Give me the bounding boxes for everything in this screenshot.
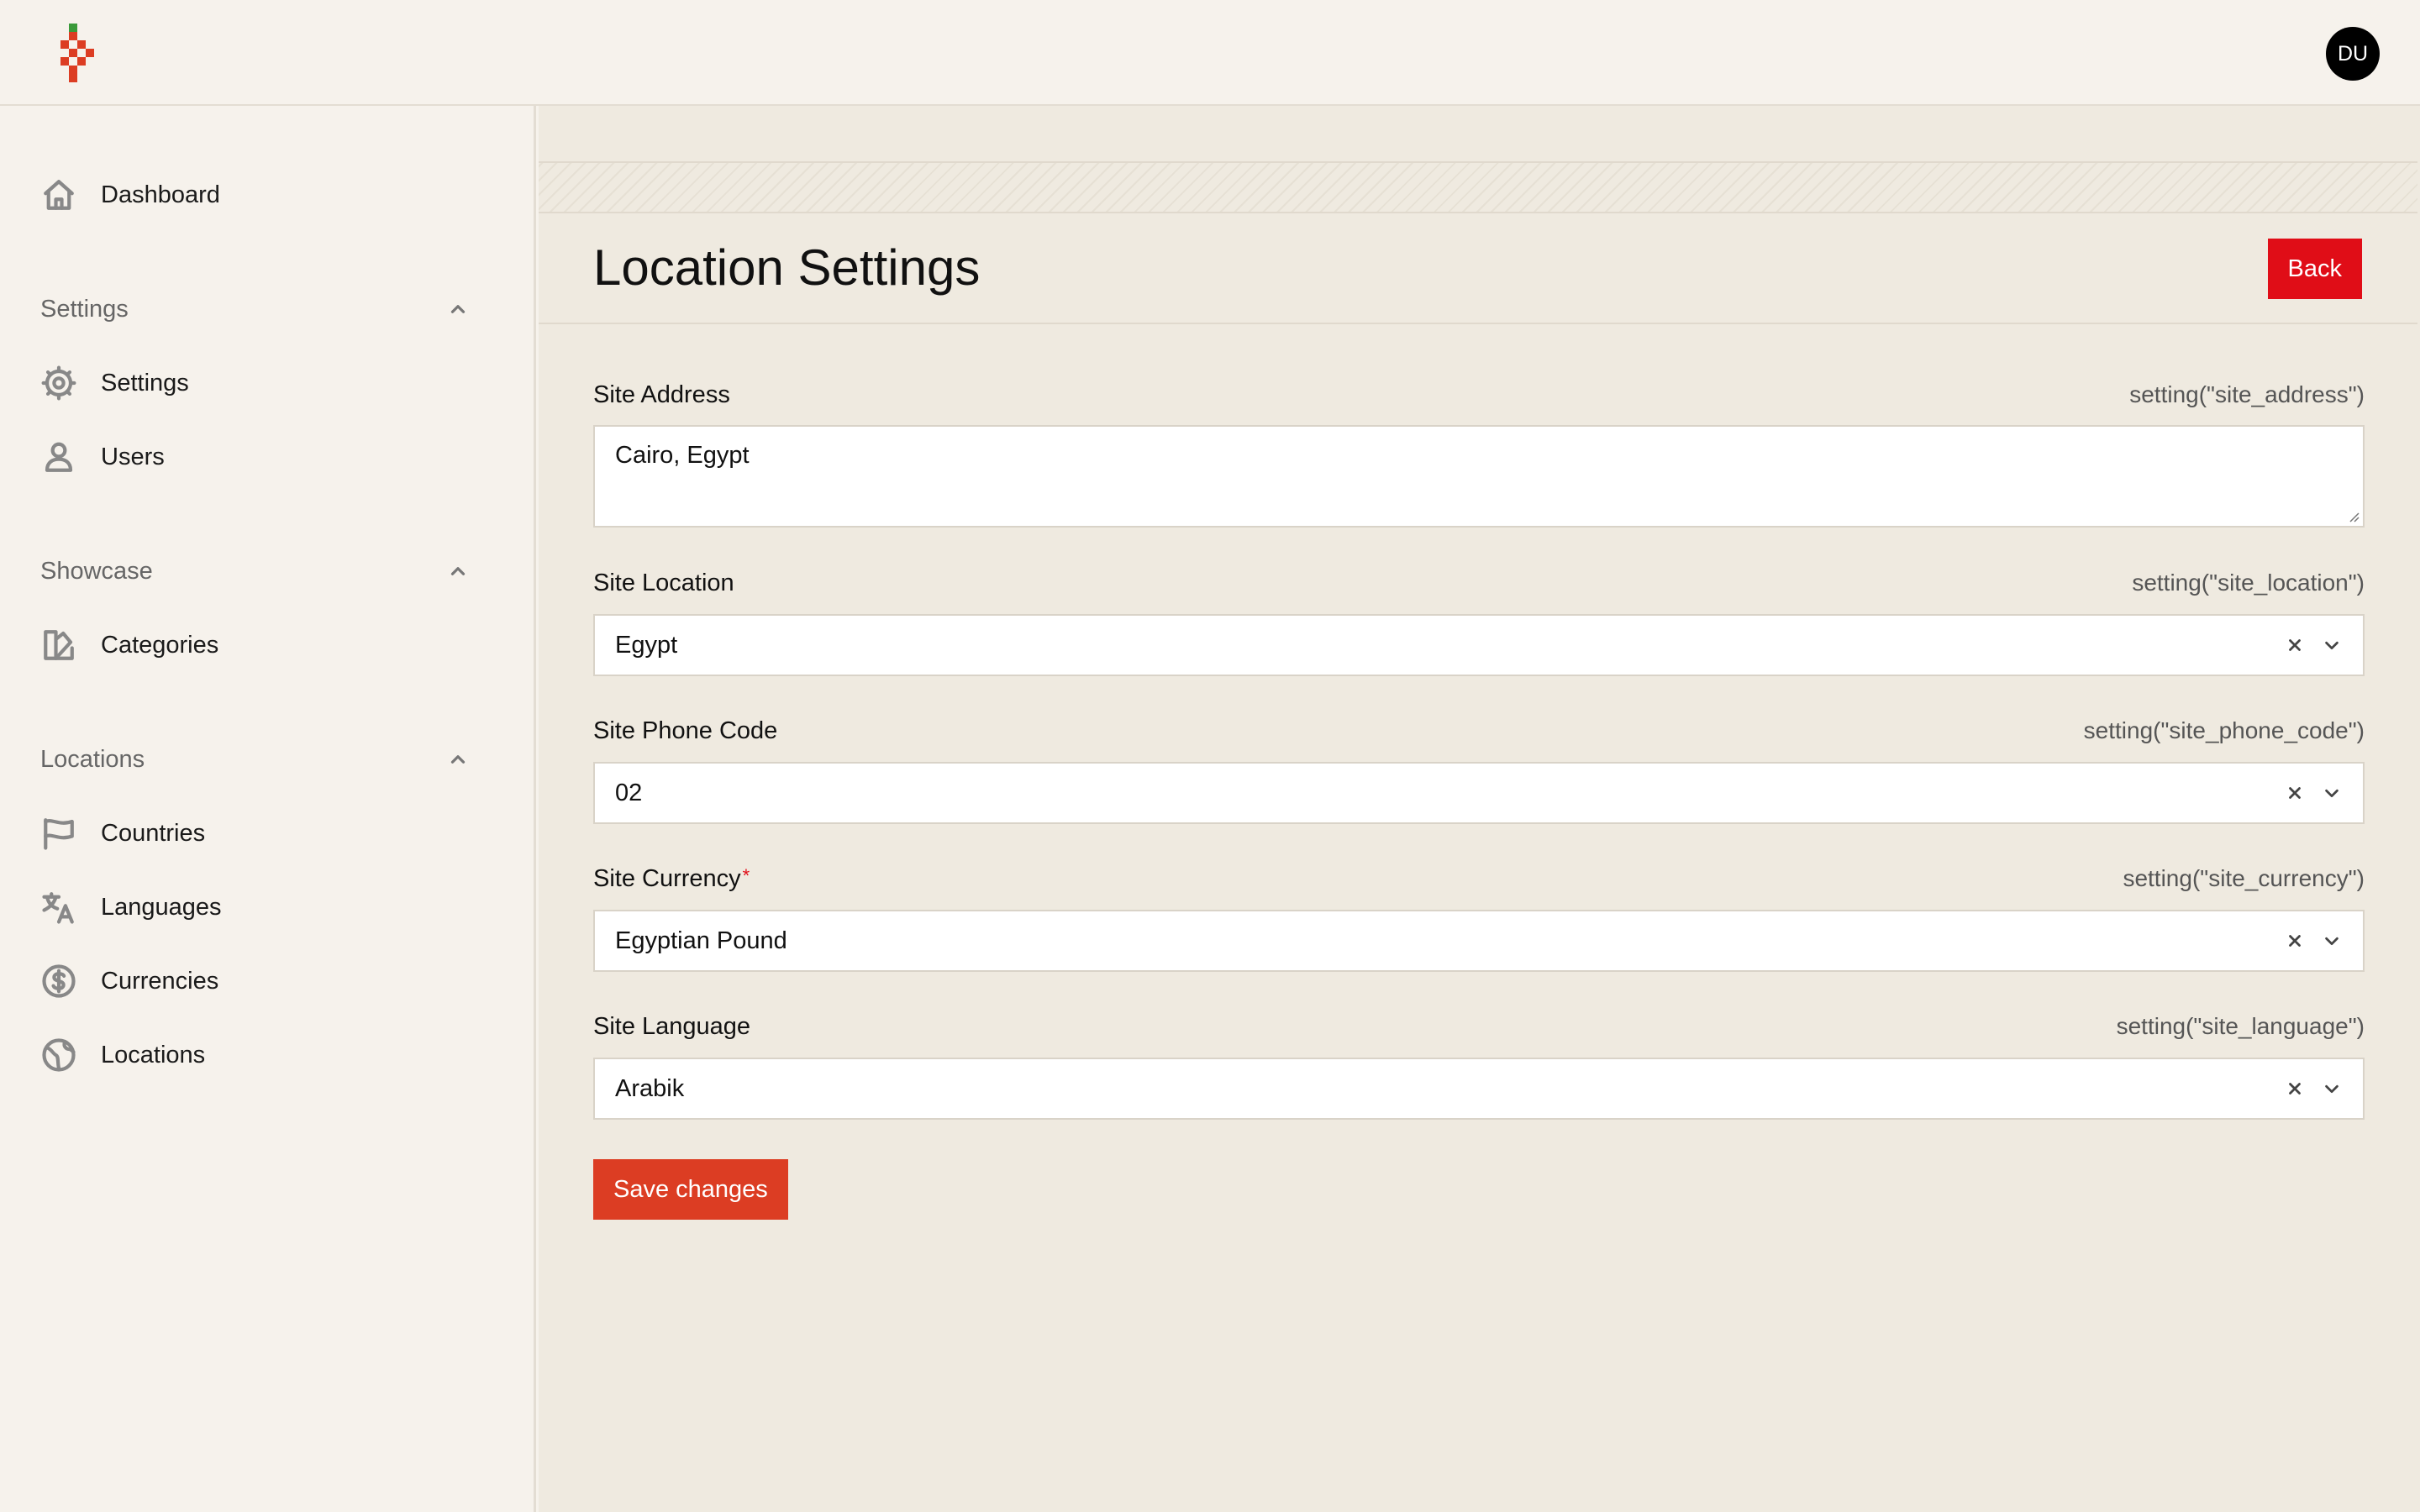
site-currency-hint: setting("site_currency") <box>2123 865 2365 891</box>
sidebar-group-label: Locations <box>40 745 145 773</box>
site-address-textarea[interactable]: Cairo, Egypt <box>593 425 2365 528</box>
site-phone-code-select[interactable]: 02 <box>593 762 2365 824</box>
sidebar-group-label: Showcase <box>40 557 153 585</box>
gear-icon <box>40 365 77 402</box>
decorative-stripe <box>539 161 2417 213</box>
page-header: Location Settings Back <box>539 213 2417 324</box>
sidebar-item-label: Countries <box>101 819 206 847</box>
site-currency-label-text: Site Currency <box>593 865 741 892</box>
sidebar-item-categories[interactable]: Categories <box>40 625 218 665</box>
chevron-down-icon[interactable] <box>2321 1078 2343 1100</box>
home-icon <box>40 176 77 213</box>
page-title: Location Settings <box>593 239 981 296</box>
clear-icon[interactable] <box>2284 1078 2306 1100</box>
sidebar-item-label: Users <box>101 443 165 470</box>
site-address-hint: setting("site_address") <box>2129 381 2365 407</box>
site-currency-label: Site Currency* <box>593 865 750 893</box>
sidebar-group-settings[interactable]: Settings <box>40 291 469 328</box>
swatch-icon <box>40 627 77 664</box>
sidebar-group-locations[interactable]: Locations <box>40 741 469 778</box>
dollar-icon <box>40 963 77 1000</box>
site-address-label: Site Address <box>593 381 730 408</box>
chevron-up-icon <box>450 305 466 313</box>
chevron-down-icon[interactable] <box>2321 634 2343 656</box>
clear-icon[interactable] <box>2284 782 2306 804</box>
sidebar-item-label: Languages <box>101 893 222 921</box>
clear-icon[interactable] <box>2284 930 2306 952</box>
site-location-select[interactable]: Egypt <box>593 614 2365 676</box>
sidebar-item-currencies[interactable]: Currencies <box>40 961 218 1001</box>
user-avatar[interactable]: DU <box>2326 27 2380 81</box>
chevron-up-icon <box>450 755 466 764</box>
main-content: Location Settings Back Site Address sett… <box>539 106 2420 1512</box>
sidebar-item-languages[interactable]: Languages <box>40 887 222 927</box>
sidebar-group-label: Settings <box>40 295 129 323</box>
site-address-value: Cairo, Egypt <box>615 442 750 469</box>
sidebar-item-countries[interactable]: Countries <box>40 813 205 853</box>
flag-icon <box>40 815 77 852</box>
back-button[interactable]: Back <box>2267 239 2362 299</box>
globe-icon <box>40 1037 77 1074</box>
chevron-up-icon <box>450 567 466 575</box>
sidebar-item-locations[interactable]: Locations <box>40 1035 205 1075</box>
site-phone-code-label: Site Phone Code <box>593 717 778 744</box>
site-currency-select[interactable]: Egyptian Pound <box>593 910 2365 972</box>
site-location-hint: setting("site_location") <box>2132 570 2365 596</box>
site-phone-code-value: 02 <box>615 779 643 806</box>
site-location-label: Site Location <box>593 570 734 596</box>
sidebar-item-label: Categories <box>101 631 219 659</box>
site-language-label: Site Language <box>593 1013 751 1040</box>
required-mark: * <box>742 865 750 886</box>
user-icon <box>40 438 77 475</box>
site-location-value: Egypt <box>615 631 678 659</box>
sidebar-item-settings[interactable]: Settings <box>40 363 189 403</box>
site-currency-value: Egyptian Pound <box>615 927 787 954</box>
sidebar: Dashboard Settings Settings Users Showca… <box>0 106 536 1512</box>
top-bar: DU <box>0 0 2420 106</box>
save-changes-button[interactable]: Save changes <box>593 1159 788 1220</box>
chevron-down-icon[interactable] <box>2321 782 2343 804</box>
resize-handle-icon[interactable] <box>2346 509 2360 522</box>
sidebar-item-label: Dashboard <box>101 181 220 208</box>
clear-icon[interactable] <box>2284 634 2306 656</box>
translate-icon <box>40 889 77 926</box>
sidebar-item-users[interactable]: Users <box>40 437 165 477</box>
site-language-select[interactable]: Arabik <box>593 1058 2365 1120</box>
sidebar-item-label: Locations <box>101 1041 206 1068</box>
site-language-value: Arabik <box>615 1074 685 1102</box>
sidebar-group-showcase[interactable]: Showcase <box>40 553 469 590</box>
sidebar-item-dashboard[interactable]: Dashboard <box>40 175 220 215</box>
chevron-down-icon[interactable] <box>2321 930 2343 952</box>
site-phone-code-hint: setting("site_phone_code") <box>2083 717 2365 743</box>
site-language-hint: setting("site_language") <box>2116 1013 2365 1039</box>
sidebar-item-label: Currencies <box>101 967 219 995</box>
app-logo-icon[interactable] <box>55 24 106 84</box>
sidebar-item-label: Settings <box>101 369 189 396</box>
